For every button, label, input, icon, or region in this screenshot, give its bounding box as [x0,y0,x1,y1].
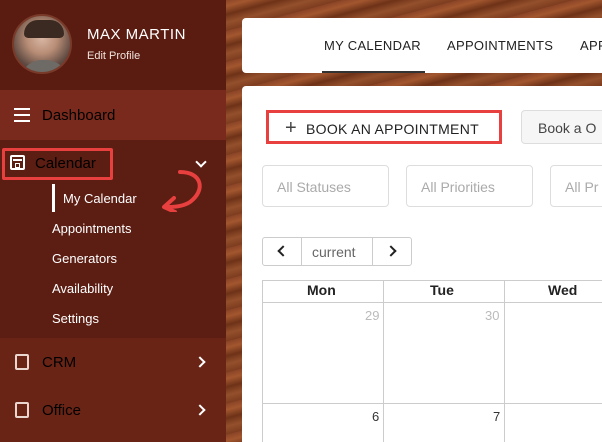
prev-button[interactable] [262,237,302,266]
sidebar-subitem-my-calendar[interactable]: My Calendar [63,191,137,206]
tab-apps[interactable]: APP [580,38,602,53]
date-cell[interactable]: 30 [485,308,499,323]
day-header-tue: Tue [430,282,454,298]
sidebar-subitem-appointments[interactable]: Appointments [52,221,132,236]
calendar-grid [262,280,602,442]
sidebar-subitem-availability[interactable]: Availability [52,281,113,296]
menu-icon [14,108,30,122]
status-filter-label: All Statuses [277,179,351,195]
book-appointment-label: BOOK AN APPOINTMENT [306,121,479,137]
chevron-right-icon [194,404,206,416]
sidebar-item-label: Office [42,402,81,419]
plus-icon: + [285,117,297,139]
priority-filter[interactable]: All Priorities [406,165,533,207]
date-cell[interactable]: 29 [365,308,379,323]
status-filter[interactable]: All Statuses [262,165,389,207]
day-header-mon: Mon [307,282,336,298]
sidebar-subitem-settings[interactable]: Settings [52,311,99,326]
third-filter[interactable]: All Pr [550,165,602,207]
chevron-right-icon [385,245,397,257]
current-label: current [312,244,356,260]
book-other-label: Book a O [538,120,597,136]
date-cell[interactable]: 7 [493,409,500,424]
priority-filter-label: All Priorities [421,179,495,195]
sidebar-item-dashboard[interactable]: Dashboard [0,90,226,140]
grid-divider [262,302,602,303]
grid-divider [504,280,505,442]
grid-divider [262,403,602,404]
chevron-right-icon [194,356,206,368]
sidebar-subitem-generators[interactable]: Generators [52,251,117,266]
current-button[interactable]: current [301,237,373,266]
edit-profile-link[interactable]: Edit Profile [87,50,140,62]
profile-panel: MAX MARTIN Edit Profile [0,0,226,90]
next-button[interactable] [372,237,412,266]
day-header-wed: Wed [548,282,578,298]
office-building-icon [15,402,29,418]
sidebar-item-office[interactable]: Office [0,386,226,442]
book-appointment-button[interactable]: + BOOK AN APPOINTMENT [266,110,502,144]
active-tab-indicator [322,71,425,73]
sidebar-item-crm[interactable]: CRM [0,338,226,386]
tab-appointments[interactable]: APPOINTMENTS [447,38,553,53]
profile-name: MAX MARTIN [87,26,186,43]
avatar[interactable] [12,14,72,74]
tab-my-calendar[interactable]: MY CALENDAR [324,38,421,53]
grid-divider [383,280,384,442]
chevron-left-icon [277,245,289,257]
sidebar-item-label: Dashboard [42,107,116,124]
sidebar-item-label: CRM [42,354,77,371]
active-indicator [52,184,55,212]
highlight-box-calendar [2,148,113,180]
contact-card-icon [15,354,29,370]
date-cell[interactable]: 6 [372,409,379,424]
third-filter-label: All Pr [565,179,599,195]
book-other-button[interactable]: Book a O [521,110,602,144]
annotation-arrow-icon [162,170,202,212]
